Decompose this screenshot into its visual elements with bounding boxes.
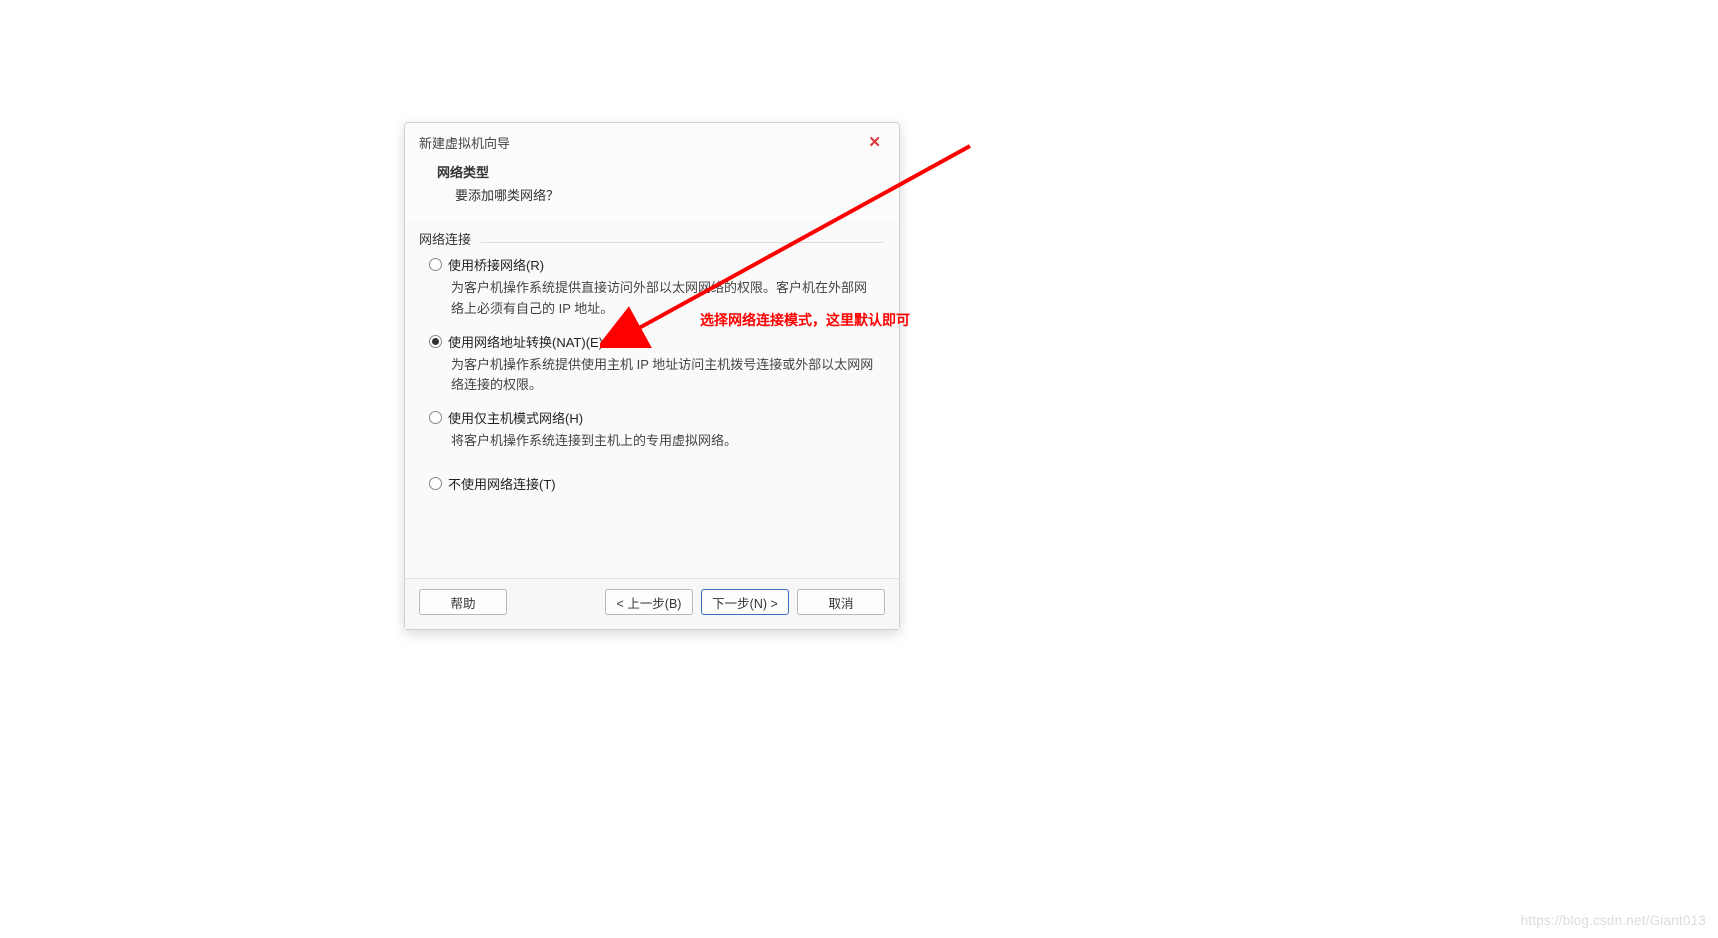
option-label: 使用桥接网络(R) xyxy=(448,255,544,274)
radio-icon xyxy=(429,411,442,424)
cancel-button[interactable]: 取消 xyxy=(797,589,885,615)
option-label: 使用网络地址转换(NAT)(E) xyxy=(448,332,603,351)
radio-icon xyxy=(429,335,442,348)
dialog-title: 新建虚拟机向导 xyxy=(419,133,510,152)
radio-nat[interactable]: 使用网络地址转换(NAT)(E) xyxy=(429,332,885,351)
watermark-text: https://blog.csdn.net/Giant013 xyxy=(1521,913,1706,928)
close-icon[interactable]: ✕ xyxy=(864,135,885,150)
option-no-network: 不使用网络连接(T) xyxy=(429,474,885,493)
radio-bridged[interactable]: 使用桥接网络(R) xyxy=(429,255,885,274)
option-description: 为客户机操作系统提供使用主机 IP 地址访问主机拨号连接或外部以太网网络连接的权… xyxy=(451,355,879,397)
new-vm-wizard-dialog: 新建虚拟机向导 ✕ 网络类型 要添加哪类网络？ 网络连接 使用桥接网络(R) 为… xyxy=(404,122,900,630)
option-host-only: 使用仅主机模式网络(H) 将客户机操作系统连接到主机上的专用虚拟网络。 xyxy=(429,408,885,452)
dialog-content: 网络连接 使用桥接网络(R) 为客户机操作系统提供直接访问外部以太网网络的权限。… xyxy=(405,219,899,578)
radio-no-network[interactable]: 不使用网络连接(T) xyxy=(429,474,885,493)
dialog-titlebar: 新建虚拟机向导 ✕ xyxy=(405,123,899,158)
dialog-footer: 帮助 < 上一步(B) 下一步(N) > 取消 xyxy=(405,578,899,629)
option-nat: 使用网络地址转换(NAT)(E) 为客户机操作系统提供使用主机 IP 地址访问主… xyxy=(429,332,885,397)
next-button[interactable]: 下一步(N) > xyxy=(701,589,789,615)
option-description: 将客户机操作系统连接到主机上的专用虚拟网络。 xyxy=(451,431,879,452)
group-label-network-connection: 网络连接 xyxy=(419,229,471,248)
groupbox-line xyxy=(481,242,883,243)
header-title: 网络类型 xyxy=(437,162,867,181)
dialog-header: 网络类型 要添加哪类网络？ xyxy=(405,158,899,218)
option-label: 使用仅主机模式网络(H) xyxy=(448,408,583,427)
help-button[interactable]: 帮助 xyxy=(419,589,507,615)
annotation-text: 选择网络连接模式，这里默认即可 xyxy=(700,310,910,330)
header-subtitle: 要添加哪类网络？ xyxy=(437,185,867,204)
back-button[interactable]: < 上一步(B) xyxy=(605,589,693,615)
radio-icon xyxy=(429,477,442,490)
radio-host-only[interactable]: 使用仅主机模式网络(H) xyxy=(429,408,885,427)
option-label: 不使用网络连接(T) xyxy=(448,474,556,493)
radio-icon xyxy=(429,258,442,271)
